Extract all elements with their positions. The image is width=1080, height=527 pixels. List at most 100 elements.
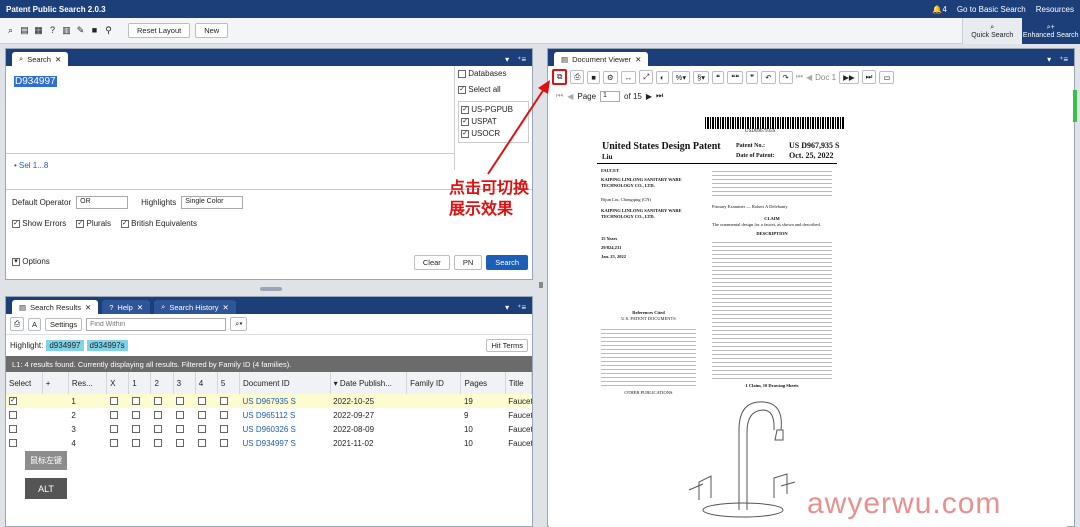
show-errors-checkbox[interactable]: ✓	[12, 219, 20, 228]
edit-icon[interactable]: ✎	[76, 26, 85, 35]
row-3-checkbox[interactable]	[176, 411, 185, 420]
prev-page-icon[interactable]: ◀	[567, 92, 573, 101]
row-select-checkbox[interactable]	[9, 411, 17, 420]
close-icon[interactable]: ✕	[55, 55, 61, 64]
table-row[interactable]: 3 US D960326 S 2022-08-09 10 Faucet	[6, 422, 532, 436]
document-id-link[interactable]: US D967935 S	[239, 394, 331, 408]
prev-doc-icon[interactable]: ◀	[806, 73, 812, 82]
col-family-id[interactable]: Family ID	[406, 372, 462, 394]
row-2-checkbox[interactable]	[153, 439, 162, 448]
notification-bell-icon[interactable]: 🔔4	[932, 5, 946, 14]
highlight-chip[interactable]: d934997	[46, 340, 84, 351]
row-5-checkbox[interactable]	[220, 411, 229, 420]
pin-icon[interactable]: ⚲	[104, 26, 113, 35]
last-doc-icon[interactable]: ⏭	[861, 70, 877, 84]
plurals-checkbox[interactable]: ✓	[76, 219, 85, 228]
settings-icon[interactable]: ⚙	[602, 70, 618, 84]
default-operator-select[interactable]: OR	[76, 196, 129, 209]
quote-open-icon[interactable]: ❝	[712, 70, 725, 84]
col-2[interactable]: 2	[150, 372, 174, 394]
document-id-link[interactable]: US D965112 S	[240, 408, 331, 422]
set-link[interactable]: • Sel 1...8	[14, 161, 48, 170]
basic-search-link[interactable]: Go to Basic Search	[957, 5, 1026, 14]
table-icon[interactable]: ▥	[62, 26, 71, 35]
layout-menu-icon[interactable]: ⁺≡	[1059, 55, 1068, 64]
databases-toggle-checkbox[interactable]	[458, 69, 466, 78]
col-4[interactable]: 4	[195, 372, 218, 394]
row-2-checkbox[interactable]	[153, 397, 162, 406]
col-document-id[interactable]: Document ID	[239, 372, 331, 394]
tab-help[interactable]: ? Help ✕	[102, 300, 151, 314]
row-5-checkbox[interactable]	[220, 397, 229, 406]
close-icon[interactable]: ✕	[223, 303, 229, 312]
font-size-icon[interactable]: A	[28, 317, 42, 331]
col-5[interactable]: 5	[217, 372, 241, 394]
row-x-checkbox[interactable]	[109, 439, 118, 448]
search-options-dropdown[interactable]: ⌕▾	[230, 317, 248, 331]
undo-icon[interactable]: ↶	[761, 70, 776, 84]
highlights-select[interactable]: Single Color	[181, 196, 244, 209]
print-icon[interactable]: ⎙	[570, 70, 585, 84]
scroll-indicator[interactable]	[1073, 90, 1077, 122]
close-icon[interactable]: ✕	[85, 303, 91, 312]
close-icon[interactable]: ✕	[635, 55, 641, 64]
row-select-checkbox[interactable]	[9, 425, 17, 434]
row-select-checkbox[interactable]	[9, 439, 17, 448]
select-all-checkbox[interactable]: ✓	[458, 85, 466, 94]
document-id-link[interactable]: US D960326 S	[240, 422, 331, 436]
fit-width-icon[interactable]: ↔	[620, 70, 637, 84]
find-within-input[interactable]	[86, 317, 227, 331]
row-3-checkbox[interactable]	[176, 439, 185, 448]
table-row[interactable]: ✓ 1 US D967935 S 2022-10-25 19 Faucet	[6, 394, 532, 408]
grid-icon[interactable]: ▦	[34, 26, 43, 35]
fullscreen-icon[interactable]: ⤢	[639, 70, 654, 84]
col-x[interactable]: X	[106, 372, 130, 394]
dropdown-icon[interactable]: ▾	[505, 55, 509, 64]
quick-search-button[interactable]: ⌕ Quick Search	[962, 18, 1022, 44]
enhanced-search-button[interactable]: ⌕+ Enhanced Search	[1021, 18, 1080, 44]
layout-menu-icon[interactable]: ⁺≡	[517, 303, 526, 312]
col-date[interactable]: ▾ Date Publish...	[330, 372, 408, 394]
col-plus[interactable]: +	[42, 372, 69, 394]
redo-icon[interactable]: ↷	[778, 70, 793, 84]
row-4-checkbox[interactable]	[198, 397, 207, 406]
layout-menu-icon[interactable]: ⁺≡	[517, 55, 526, 64]
row-1-checkbox[interactable]	[131, 425, 140, 434]
settings-menu[interactable]: Settings	[45, 317, 83, 331]
table-row[interactable]: 4 US D934997 S 2021-11-02 10 Faucet	[6, 436, 532, 450]
highlight-chip[interactable]: d934997s	[86, 340, 128, 351]
row-4-checkbox[interactable]	[198, 411, 207, 420]
print-icon[interactable]: ⎙	[10, 317, 24, 331]
first-doc-icon[interactable]: ⏮	[796, 72, 803, 82]
dropdown-icon[interactable]: ▾	[1047, 55, 1051, 64]
row-3-checkbox[interactable]	[176, 397, 185, 406]
reset-layout-button[interactable]: Reset Layout	[128, 23, 191, 38]
db-uspat-checkbox[interactable]: ✓	[461, 117, 469, 126]
close-icon[interactable]: ✕	[137, 303, 143, 312]
row-1-checkbox[interactable]	[131, 411, 140, 420]
search-icon[interactable]: ⌕	[6, 26, 15, 35]
search-doc-icon[interactable]: ▤	[20, 26, 29, 35]
col-result[interactable]: Res...	[68, 372, 108, 394]
quote-close-icon[interactable]: ❞	[746, 70, 759, 84]
resources-menu[interactable]: Resources	[1036, 5, 1074, 14]
note-icon[interactable]: ▭	[879, 70, 895, 84]
options-toggle[interactable]: ▾ Options	[12, 257, 50, 266]
tab-search-results[interactable]: ▤ Search Results ✕	[12, 300, 99, 314]
save-icon[interactable]: ■	[587, 70, 600, 84]
hit-terms-button[interactable]: Hit Terms	[486, 339, 528, 352]
row-x-checkbox[interactable]	[109, 411, 118, 420]
pn-button[interactable]: PN	[453, 255, 483, 270]
col-pages[interactable]: Pages	[460, 372, 506, 394]
british-checkbox[interactable]: ✓	[120, 219, 129, 228]
row-x-checkbox[interactable]	[109, 425, 118, 434]
col-select[interactable]: Select	[6, 372, 43, 394]
next-doc-icon[interactable]: ▶▶	[839, 70, 859, 84]
db-usocr-checkbox[interactable]: ✓	[461, 129, 469, 138]
db-uspgpub-checkbox[interactable]: ✓	[461, 105, 469, 114]
splitter-handle[interactable]	[539, 282, 543, 288]
next-page-icon[interactable]: ▶	[646, 92, 652, 101]
dropdown-icon[interactable]: ▾	[505, 303, 509, 312]
row-1-checkbox[interactable]	[131, 439, 140, 448]
last-page-icon[interactable]: ⏭	[656, 91, 663, 101]
